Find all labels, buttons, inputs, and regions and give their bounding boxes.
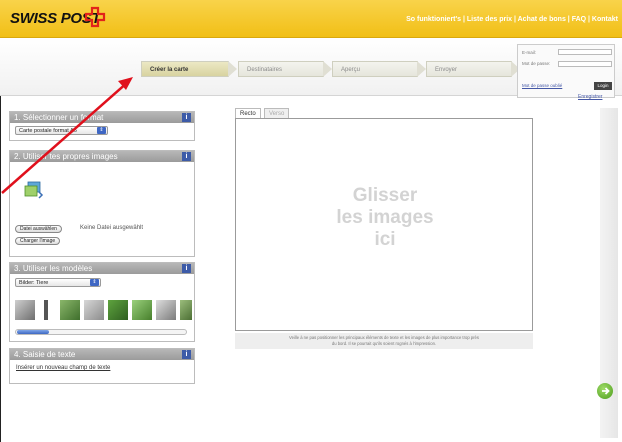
file-status: Keine Datei ausgewählt	[80, 225, 144, 231]
format-select-value: Carte postale format A6	[19, 128, 77, 134]
top-nav-links[interactable]: So funktioniert's | Liste des prix | Ach…	[406, 16, 618, 23]
drop-text-line: ici	[374, 229, 396, 250]
print-margin-note: Veille à ne pas positionner les principa…	[235, 333, 533, 349]
password-field[interactable]	[558, 61, 612, 67]
drop-text-line: Glisser	[352, 185, 418, 206]
own-images-panel: 2. Utiliser tes propres images i Datei a…	[9, 150, 195, 257]
model-thumbnail-animal[interactable]	[156, 300, 176, 320]
register-link[interactable]: Enregistrer	[578, 94, 602, 100]
upload-image-icon	[24, 181, 44, 199]
format-select[interactable]: Carte postale format A6 ⇕	[15, 126, 108, 135]
swiss-post-card-editor: SWISS POST So funktioniert's | Liste des…	[0, 0, 622, 442]
step-recipients[interactable]: Destinataires	[238, 61, 332, 77]
model-thumbnail-animal[interactable]	[180, 300, 192, 320]
format-panel-title-text: 1. Sélectionner un format	[14, 113, 104, 122]
arrow-right-icon	[602, 387, 610, 395]
password-label: Mot de passe:	[522, 61, 551, 66]
model-thumbnail-animal[interactable]	[15, 300, 35, 320]
step-preview[interactable]: Aperçu	[332, 61, 426, 77]
insert-text-field-link[interactable]: Insérer un nouveau champ de texte	[16, 365, 110, 371]
email-field[interactable]	[558, 49, 612, 55]
text-panel-title: 4. Saisie de texte i	[10, 349, 194, 360]
format-panel: 1. Sélectionner un format i Carte postal…	[9, 111, 195, 141]
top-header: SWISS POST So funktioniert's | Liste des…	[0, 0, 622, 38]
login-box: E-mail: Mot de passe: Mot de passe oubli…	[517, 44, 615, 98]
chevron-updown-icon: ⇕	[90, 279, 99, 286]
info-icon[interactable]: i	[182, 350, 191, 359]
format-panel-title: 1. Sélectionner un format i	[10, 112, 194, 123]
own-images-panel-title-text: 2. Utiliser tes propres images	[14, 152, 118, 161]
drop-zone-text: Glisser les images ici	[236, 185, 534, 251]
info-icon[interactable]: i	[182, 264, 191, 273]
model-thumbnail-animal[interactable]	[132, 300, 152, 320]
info-icon[interactable]: i	[182, 113, 191, 122]
models-select[interactable]: Bilder: Tiere ⇕	[15, 278, 101, 287]
step-create-card[interactable]: Créer la carte	[141, 61, 237, 77]
text-panel: 4. Saisie de texte i Insérer un nouveau …	[9, 348, 195, 384]
info-icon[interactable]: i	[182, 152, 191, 161]
window-border	[0, 96, 1, 442]
upload-image-button[interactable]: Charger l'image	[15, 237, 61, 245]
drop-text-line: les images	[336, 207, 434, 228]
model-thumbnail-animal[interactable]	[60, 300, 80, 320]
card-canvas[interactable]: Glisser les images ici	[235, 118, 533, 331]
step-send[interactable]: Envoyer	[426, 61, 520, 77]
next-arrow-icon[interactable]	[597, 383, 613, 399]
login-button[interactable]: Login	[594, 82, 612, 90]
email-label: E-mail:	[522, 50, 537, 55]
own-images-panel-title: 2. Utiliser tes propres images i	[10, 151, 194, 162]
model-thumbnail-animal[interactable]	[84, 300, 104, 320]
text-panel-title-text: 4. Saisie de texte	[14, 350, 76, 359]
scrollbar-thumb[interactable]	[17, 330, 49, 334]
swiss-cross-icon	[84, 6, 106, 28]
model-thumbnail-animal[interactable]	[108, 300, 128, 320]
choose-file-button[interactable]: Datei auswählen	[15, 225, 62, 233]
forgot-password-link[interactable]: Mot de passe oublié	[522, 83, 562, 88]
note-line: du bord. Il se pourrait qu'ils soient ro…	[331, 341, 437, 346]
chevron-updown-icon: ⇕	[97, 127, 106, 134]
thumbnail-scrollbar[interactable]	[15, 329, 187, 335]
models-panel-title-text: 3. Utiliser les modèles	[14, 264, 93, 273]
models-panel-title: 3. Utiliser les modèles i	[10, 263, 194, 274]
models-select-value: Bilder: Tiere	[19, 280, 49, 286]
model-thumbnail-animal[interactable]	[44, 300, 48, 320]
